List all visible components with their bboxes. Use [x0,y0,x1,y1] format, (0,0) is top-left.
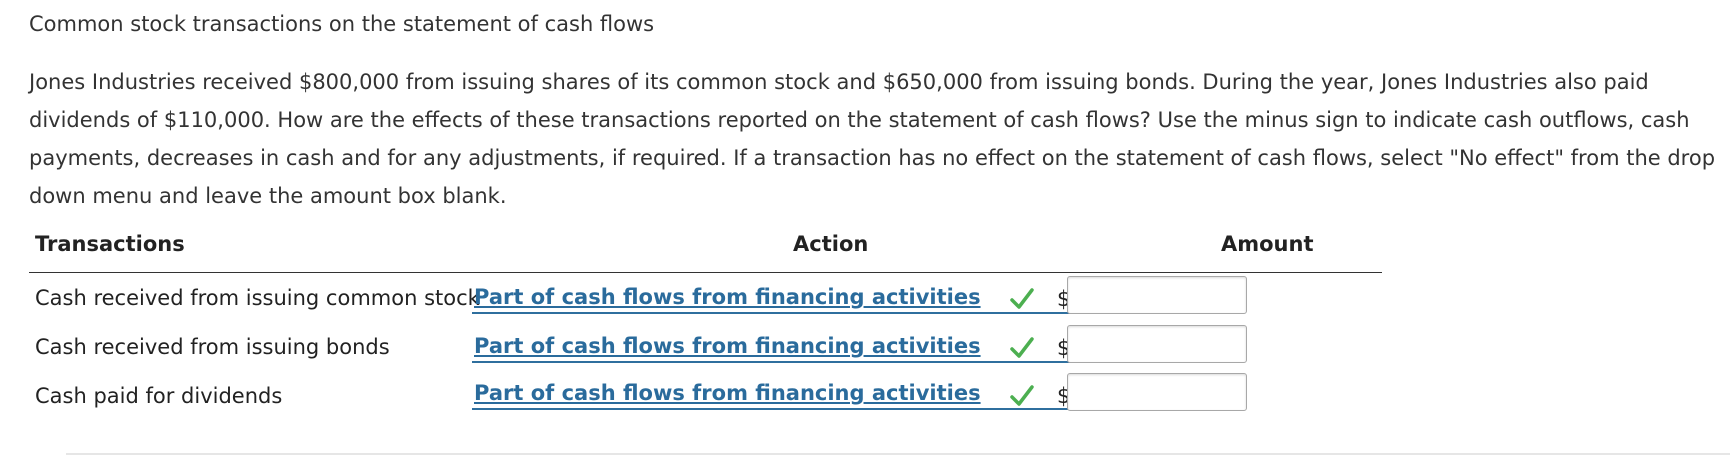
problem-instructions: Jones Industries received $800,000 from … [29,70,1716,208]
check-icon [1010,385,1034,406]
transaction-label: Cash paid for dividends [35,384,283,408]
amount-input[interactable] [1067,373,1247,411]
action-selected-value: Part of cash flows from financing activi… [474,381,981,405]
table-row: Cash received from issuing bonds Part of… [29,302,1382,363]
action-dropdown[interactable]: Part of cash flows from financing activi… [472,380,1084,410]
bottom-divider [66,453,1730,455]
table-row: Cash received from issuing common stock … [29,253,1382,314]
table-row: Cash paid for dividends Part of cash flo… [29,350,1382,411]
page-title: Common stock transactions on the stateme… [29,12,655,36]
